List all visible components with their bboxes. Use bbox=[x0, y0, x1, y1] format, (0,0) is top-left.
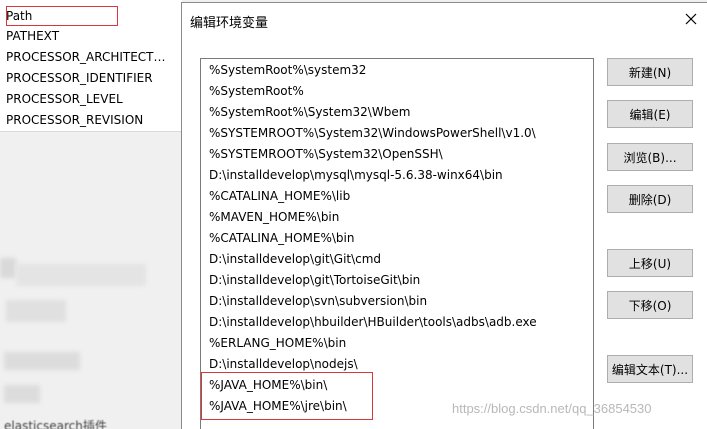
edit-button[interactable]: 编辑(E) bbox=[607, 100, 693, 128]
env-var-item[interactable]: PROCESSOR_REVISION bbox=[6, 110, 143, 130]
env-var-item[interactable]: PATHEXT bbox=[6, 26, 59, 46]
blurred-region bbox=[0, 258, 16, 278]
blurred-region bbox=[4, 352, 80, 370]
list-item[interactable]: %ERLANG_HOME%\bin bbox=[201, 333, 593, 354]
watermark: https://blog.csdn.net/qq_36854530 bbox=[452, 401, 652, 416]
list-item[interactable]: %CATALINA_HOME%\lib bbox=[201, 186, 593, 207]
list-item[interactable]: %SystemRoot%\system32 bbox=[201, 60, 593, 81]
blurred-region bbox=[6, 300, 66, 322]
delete-button[interactable]: 删除(D) bbox=[607, 185, 693, 213]
path-highlight-box bbox=[6, 6, 118, 26]
edit-text-button[interactable]: 编辑文本(T)... bbox=[607, 355, 693, 383]
list-item[interactable]: D:\installdevelop\git\Git\cmd bbox=[201, 249, 593, 270]
screen: Path PATHEXT PROCESSOR_ARCHITECT… PROCES… bbox=[0, 0, 707, 429]
partial-text: elasticsearch插件 bbox=[4, 419, 107, 429]
list-item[interactable]: D:\installdevelop\mysql\mysql-5.6.38-win… bbox=[201, 165, 593, 186]
list-item[interactable]: %SystemRoot% bbox=[201, 81, 593, 102]
close-button[interactable] bbox=[679, 7, 703, 31]
list-item[interactable]: %CATALINA_HOME%\bin bbox=[201, 228, 593, 249]
list-item[interactable]: %SYSTEMROOT%\System32\OpenSSH\ bbox=[201, 144, 593, 165]
list-item[interactable]: D:\installdevelop\hbuilder\HBuilder\tool… bbox=[201, 312, 593, 333]
browse-button[interactable]: 浏览(B)... bbox=[607, 143, 693, 171]
list-item[interactable]: D:\installdevelop\git\TortoiseGit\bin bbox=[201, 270, 593, 291]
list-item[interactable]: %SYSTEMROOT%\System32\WindowsPowerShell\… bbox=[201, 123, 593, 144]
dialog-title: 编辑环境变量 bbox=[190, 16, 269, 31]
env-var-item[interactable]: PROCESSOR_LEVEL bbox=[6, 89, 123, 109]
move-up-button[interactable]: 上移(U) bbox=[607, 249, 693, 277]
new-button[interactable]: 新建(N) bbox=[607, 58, 693, 86]
edit-env-var-dialog: 编辑环境变量 %SystemRoot%\system32 %SystemRoot… bbox=[181, 2, 707, 429]
blurred-region bbox=[4, 385, 40, 403]
list-item[interactable]: %MAVEN_HOME%\bin bbox=[201, 207, 593, 228]
move-down-button[interactable]: 下移(O) bbox=[607, 291, 693, 319]
list-item[interactable]: %SystemRoot%\System32\Wbem bbox=[201, 102, 593, 123]
env-var-item[interactable]: PROCESSOR_ARCHITECT… bbox=[6, 47, 166, 67]
env-var-item[interactable]: PROCESSOR_IDENTIFIER bbox=[6, 68, 153, 88]
blurred-region bbox=[16, 264, 146, 286]
close-icon bbox=[685, 13, 697, 25]
list-item[interactable]: D:\installdevelop\svn\subversion\bin bbox=[201, 291, 593, 312]
java-home-highlight-box bbox=[201, 372, 373, 420]
